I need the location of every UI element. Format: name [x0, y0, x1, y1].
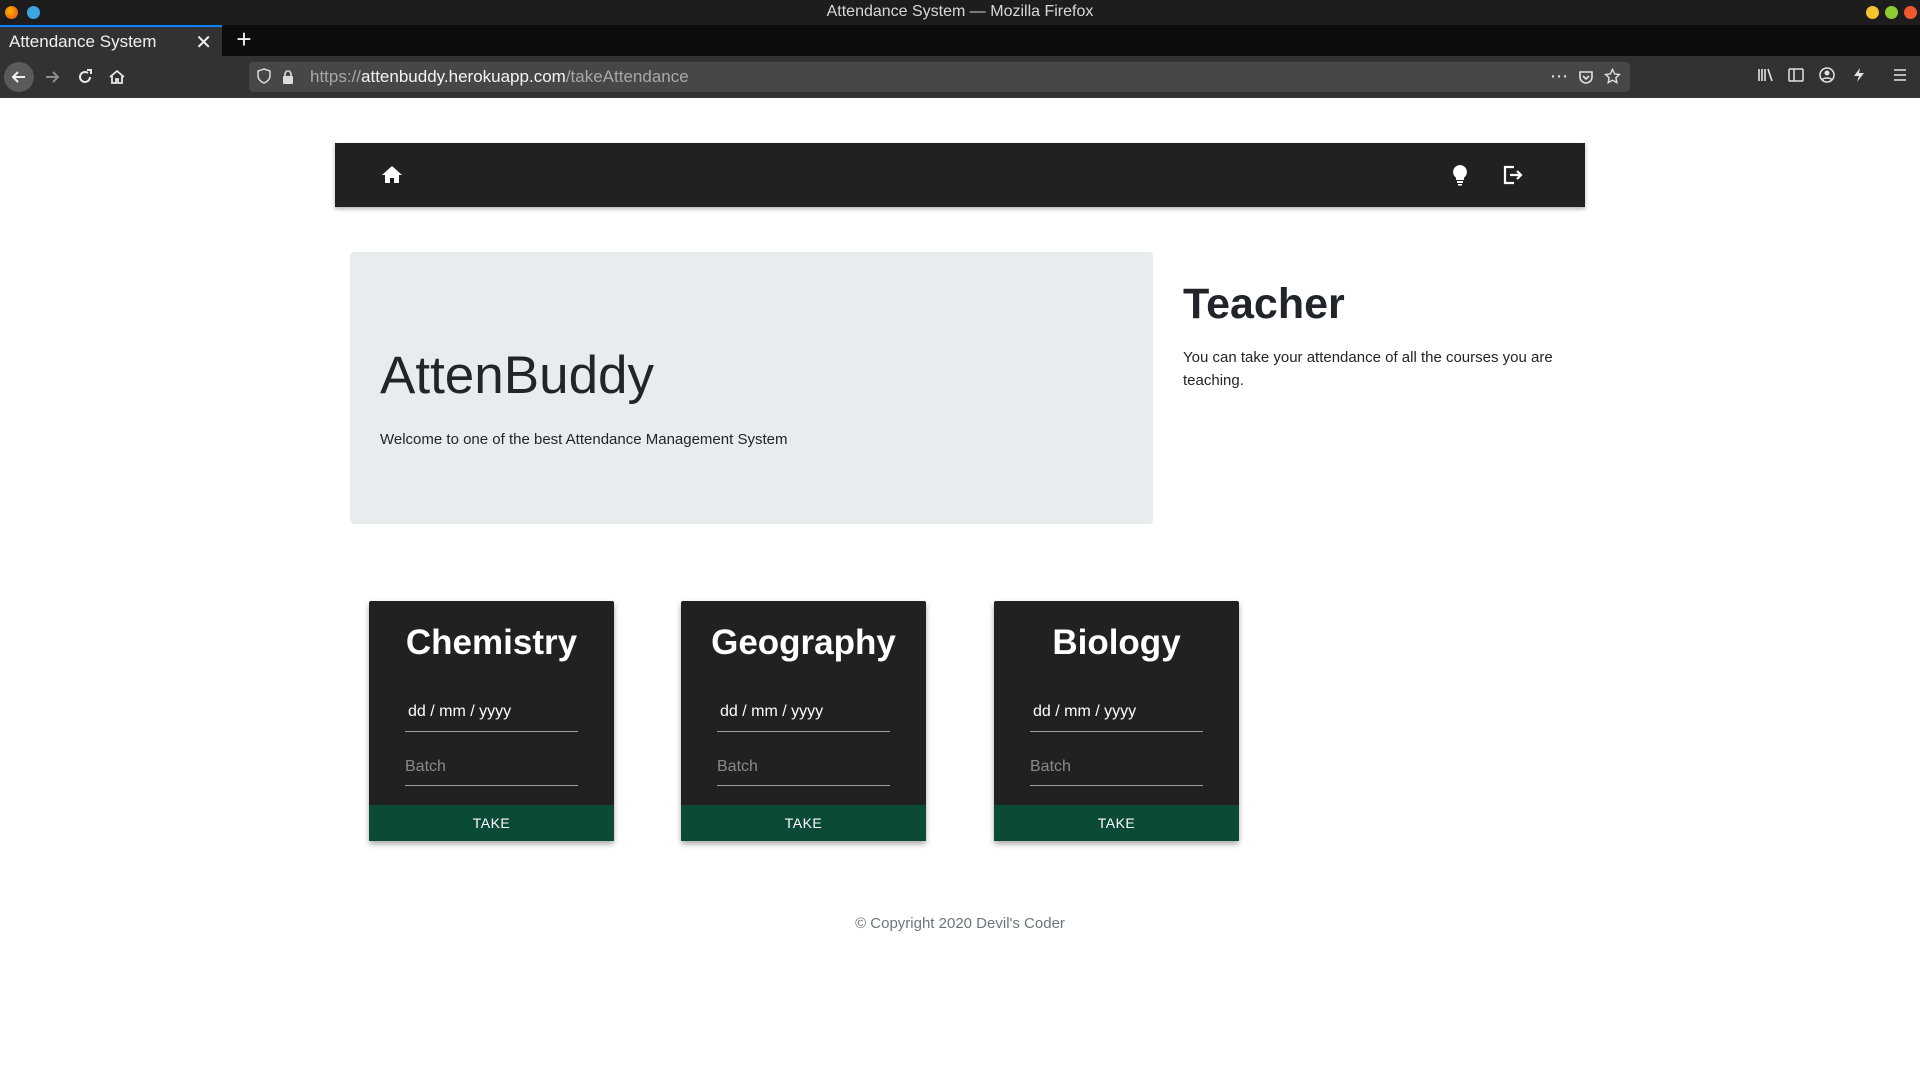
batch-placeholder: Batch [405, 758, 446, 775]
site-navbar [335, 143, 1585, 207]
reload-icon [79, 69, 92, 83]
window-title: Attendance System — Mozilla Firefox [826, 3, 1094, 20]
bookmark-star-icon[interactable] [1604, 68, 1621, 85]
take-button[interactable]: TAKE [369, 805, 614, 841]
tab-close-icon[interactable]: ✕ [195, 30, 212, 55]
url-text[interactable]: https://attenbuddy.herokuapp.com/takeAtt… [310, 67, 689, 87]
course-title: Biology [1052, 623, 1181, 662]
url-scheme: https:// [310, 67, 362, 86]
new-tab-button[interactable]: + [231, 25, 257, 56]
reload-button[interactable] [70, 62, 100, 92]
back-button[interactable] [4, 62, 34, 92]
close-window-button[interactable] [1904, 6, 1917, 19]
role-title: Teacher [1183, 280, 1345, 328]
page-actions-icon[interactable]: ⋯ [1550, 66, 1568, 87]
extension-icon[interactable] [1850, 66, 1868, 84]
arrow-right-icon [46, 71, 60, 83]
date-placeholder: dd / mm / yyyy [720, 703, 824, 720]
home-icon [109, 69, 125, 84]
batch-input[interactable]: Batch [405, 748, 578, 786]
hamburger-menu-icon[interactable] [1891, 66, 1909, 84]
account-icon[interactable] [1818, 66, 1836, 84]
sidebar-icon[interactable] [1787, 66, 1805, 84]
batch-placeholder: Batch [1030, 758, 1071, 775]
course-card-geography: Geography dd / mm / yyyy Batch TAKE [681, 601, 926, 841]
hero-title: AttenBuddy [380, 346, 655, 405]
maximize-button[interactable] [1885, 6, 1898, 19]
date-input[interactable]: dd / mm / yyyy [717, 694, 890, 732]
batch-input[interactable]: Batch [1030, 748, 1203, 786]
pocket-icon[interactable] [1578, 69, 1594, 85]
role-description: You can take your attendance of all the … [1183, 349, 1553, 389]
tab-title: Attendance System [9, 32, 157, 51]
sign-out-icon[interactable] [1500, 163, 1524, 187]
date-input[interactable]: dd / mm / yyyy [405, 694, 578, 732]
arrow-left-icon [11, 71, 25, 83]
lightbulb-icon[interactable] [1448, 163, 1472, 187]
lock-icon[interactable] [281, 69, 295, 85]
tab-bar: Attendance System ✕ + [0, 25, 1920, 56]
course-title: Geography [711, 623, 896, 662]
minimize-button[interactable] [1866, 6, 1879, 19]
tab-attendance-system[interactable]: Attendance System ✕ [0, 25, 222, 56]
date-placeholder: dd / mm / yyyy [408, 703, 512, 720]
hero-subtitle: Welcome to one of the best Attendance Ma… [380, 431, 788, 448]
browser-toolbar: https://attenbuddy.herokuapp.com/takeAtt… [0, 56, 1920, 98]
tracking-protection-shield-icon[interactable] [257, 68, 271, 84]
home-icon[interactable] [380, 163, 404, 187]
jumbotron: AttenBuddy Welcome to one of the best At… [350, 252, 1153, 524]
url-host: attenbuddy.herokuapp.com [361, 67, 566, 86]
window-titlebar: Attendance System — Mozilla Firefox [0, 0, 1920, 25]
course-card-chemistry: Chemistry dd / mm / yyyy Batch TAKE [369, 601, 614, 841]
forward-button[interactable] [37, 62, 67, 92]
home-button[interactable] [102, 62, 132, 92]
footer-copyright: © Copyright 2020 Devil's Coder [855, 915, 1065, 932]
batch-input[interactable]: Batch [717, 748, 890, 786]
url-path: /takeAttendance [565, 67, 689, 86]
take-button[interactable]: TAKE [994, 805, 1239, 841]
batch-placeholder: Batch [717, 758, 758, 775]
course-title: Chemistry [405, 623, 578, 662]
library-icon[interactable] [1756, 66, 1774, 84]
date-placeholder: dd / mm / yyyy [1033, 703, 1137, 720]
date-input[interactable]: dd / mm / yyyy [1030, 694, 1203, 732]
take-button[interactable]: TAKE [681, 805, 926, 841]
course-card-biology: Biology dd / mm / yyyy Batch TAKE [994, 601, 1239, 841]
url-bar[interactable]: https://attenbuddy.herokuapp.com/takeAtt… [249, 62, 1630, 92]
page-content: AttenBuddy Welcome to one of the best At… [0, 98, 1920, 1080]
